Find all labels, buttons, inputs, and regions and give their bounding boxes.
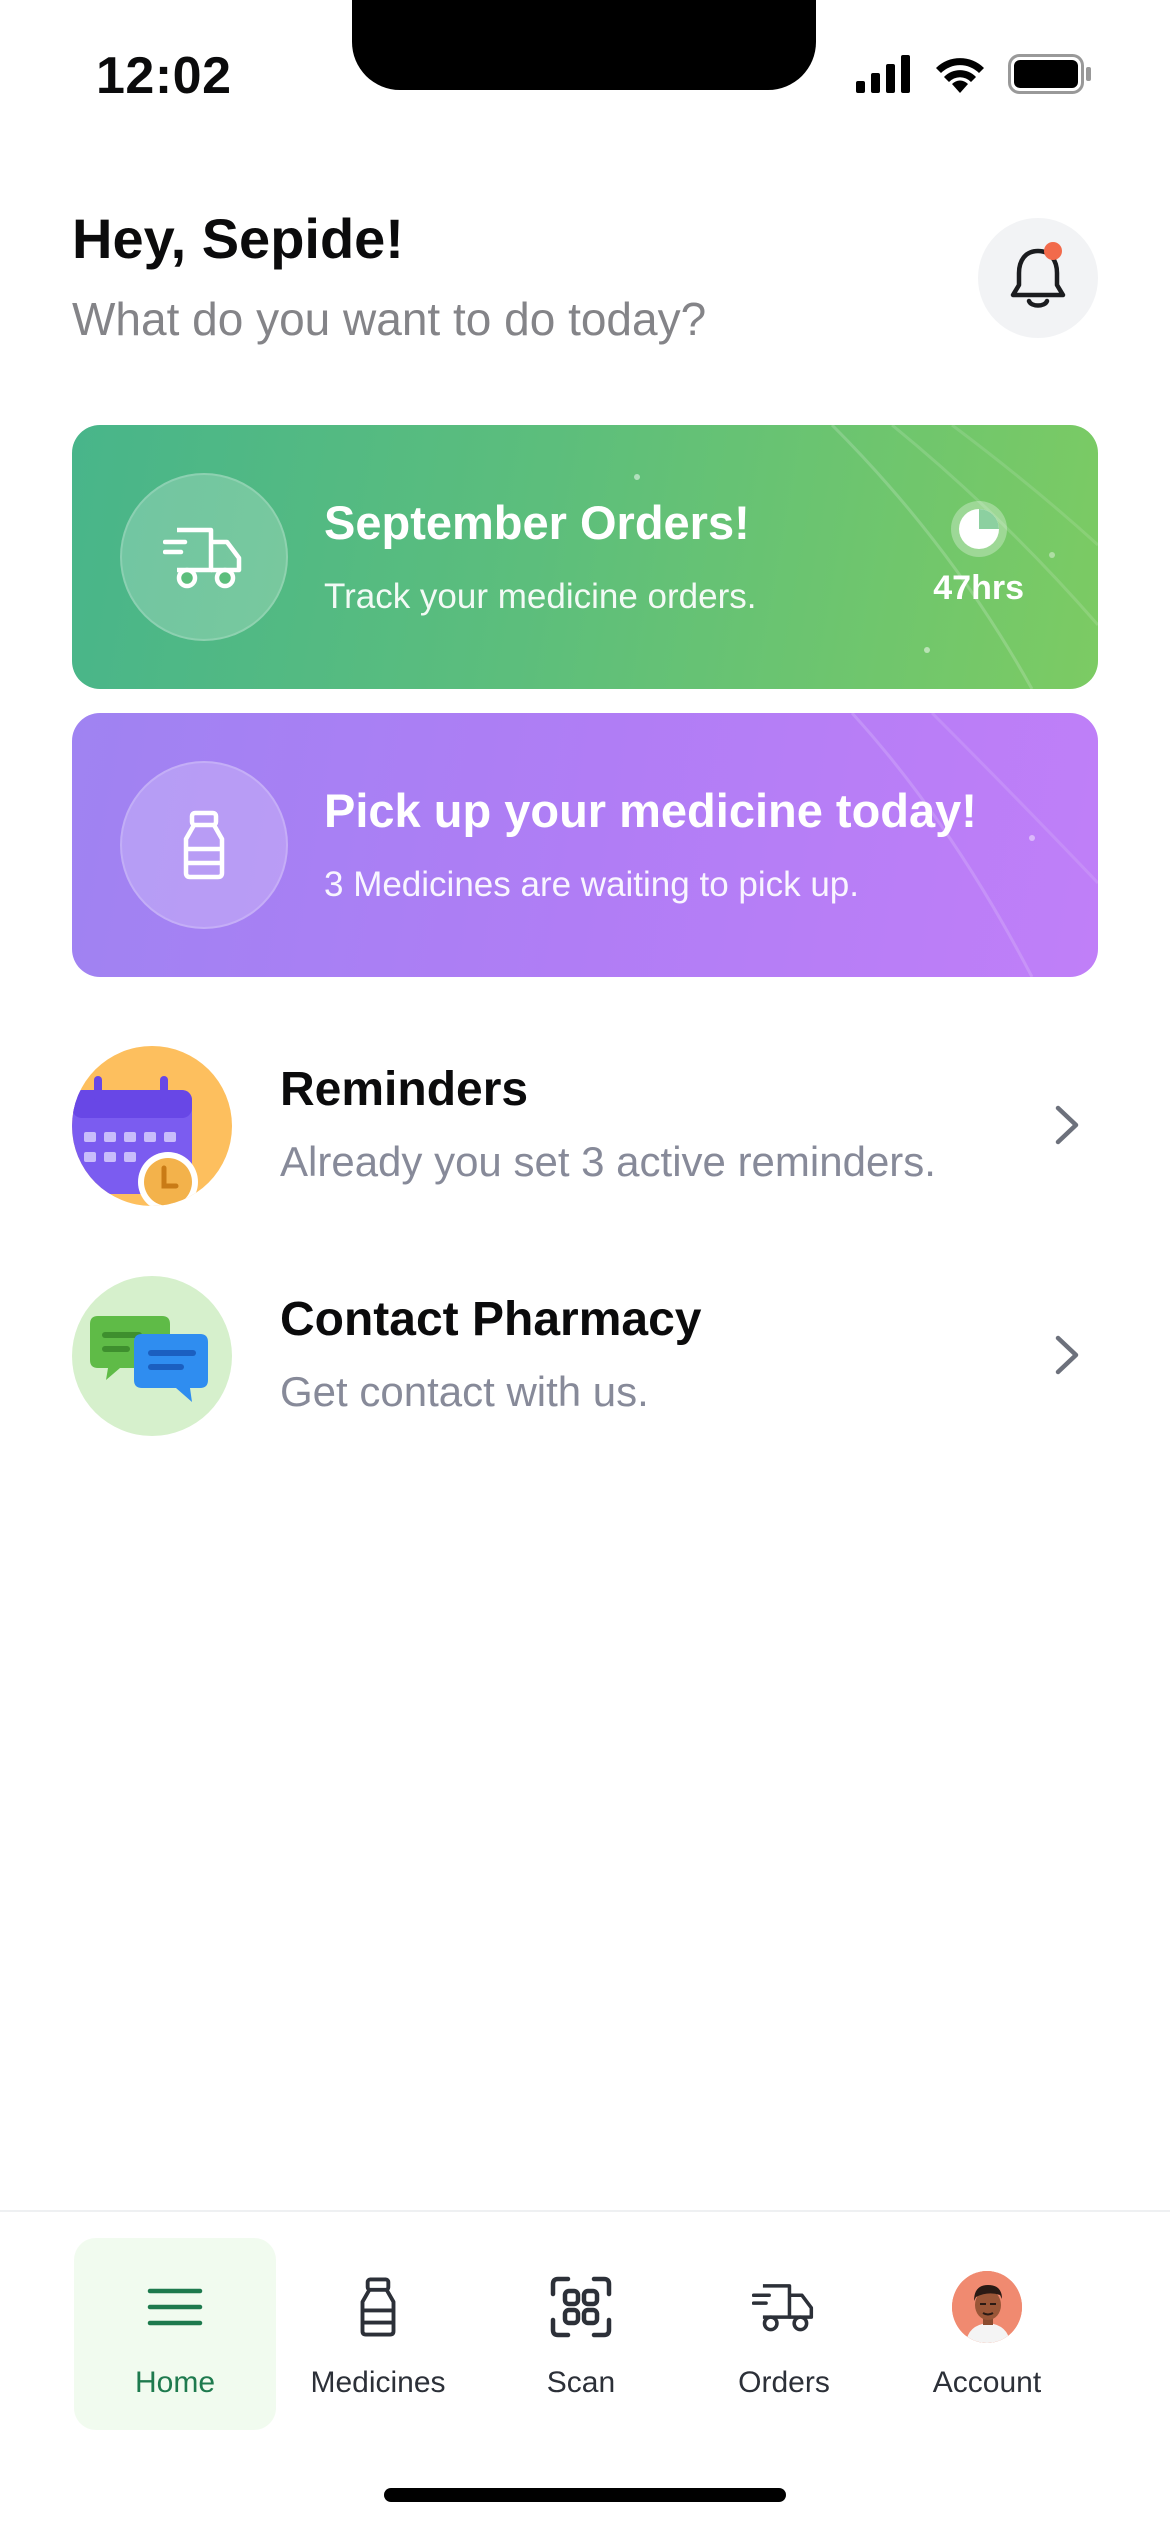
- nav-scan-label: Scan: [546, 2366, 616, 2399]
- avatar: [952, 2271, 1022, 2343]
- reminders-subtitle: Already you set 3 active reminders.: [280, 1138, 936, 1185]
- nav-account[interactable]: Account: [886, 2238, 1088, 2430]
- status-time: 12:02: [96, 47, 232, 105]
- contact-pharmacy-item[interactable]: Contact Pharmacy Get contact with us.: [72, 1276, 1098, 1436]
- nav-medicines[interactable]: Medicines: [277, 2238, 479, 2430]
- contact-pharmacy-title: Contact Pharmacy: [280, 1293, 702, 1346]
- truck-icon: [163, 527, 242, 589]
- chat-bubbles-icon: [72, 1276, 232, 1436]
- status-icons: [856, 54, 1092, 94]
- avatar-wrapper: [952, 2271, 1022, 2343]
- pickup-icon-circle: [120, 761, 288, 929]
- orders-icon-circle: [120, 473, 288, 641]
- scan-icon: [546, 2272, 616, 2342]
- chevron-right-icon: [1055, 1335, 1079, 1375]
- pickup-card[interactable]: Pick up your medicine today! 3 Medicines…: [72, 713, 1098, 977]
- nav-medicines-label: Medicines: [310, 2366, 446, 2399]
- reminders-item[interactable]: Reminders Already you set 3 active remin…: [72, 1046, 1098, 1206]
- nav-orders[interactable]: Orders: [683, 2238, 885, 2430]
- battery-icon: [1008, 54, 1091, 94]
- nav-account-label: Account: [932, 2366, 1042, 2399]
- greeting-subtitle: What do you want to do today?: [72, 293, 707, 345]
- bottle-icon: [183, 810, 225, 880]
- chevron-right-icon: [1055, 1105, 1079, 1145]
- nav-home-label: Home: [134, 2366, 216, 2399]
- truck-icon: [749, 2272, 819, 2342]
- pickup-card-title: Pick up your medicine today!: [324, 784, 977, 837]
- nav-home[interactable]: Home: [74, 2238, 276, 2430]
- camera-notch: [352, 0, 816, 90]
- nav-orders-label: Orders: [738, 2366, 830, 2399]
- pickup-card-subtitle: 3 Medicines are waiting to pick up.: [324, 865, 859, 904]
- wifi-icon: [936, 58, 984, 93]
- orders-card-title: September Orders!: [324, 496, 750, 549]
- signal-icon: [856, 55, 910, 93]
- timer-label: 47hrs: [933, 569, 1024, 607]
- notifications-button[interactable]: [978, 218, 1098, 338]
- orders-card-subtitle: Track your medicine orders.: [324, 577, 757, 616]
- timer-pie-icon: [950, 501, 1007, 557]
- nav-scan[interactable]: Scan: [480, 2238, 682, 2430]
- reminders-title: Reminders: [280, 1063, 529, 1116]
- greeting-title: Hey, Sepide!: [72, 207, 404, 270]
- orders-card[interactable]: September Orders! Track your medicine or…: [72, 425, 1098, 689]
- bottom-nav: Home Medicines Scan Orders Account: [0, 2210, 1170, 2532]
- menu-icon: [140, 2272, 210, 2342]
- orders-timer: 47hrs: [933, 499, 1024, 608]
- contact-pharmacy-subtitle: Get contact with us.: [280, 1368, 649, 1415]
- calendar-icon: [72, 1046, 232, 1206]
- bottle-icon: [343, 2272, 413, 2342]
- notification-badge: [1044, 242, 1062, 260]
- home-indicator: [384, 2488, 786, 2502]
